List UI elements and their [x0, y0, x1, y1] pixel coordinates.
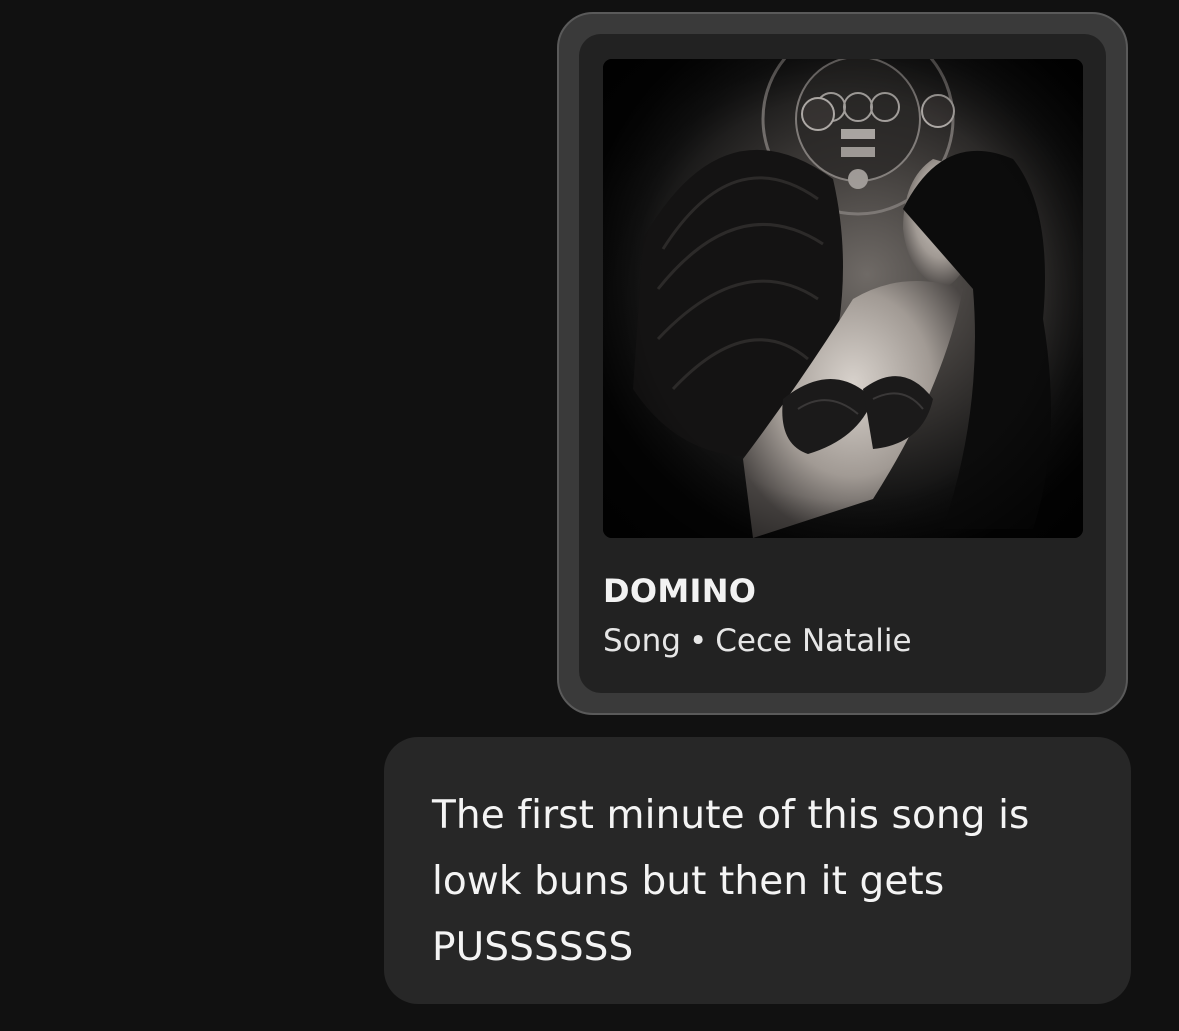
album-cover-art [603, 59, 1083, 538]
artist-name: Cece Natalie [715, 623, 912, 659]
album-cover-image[interactable] [603, 59, 1083, 538]
message-line: The first minute of this song is [432, 793, 1030, 838]
message-bubble[interactable]: The first minute of this song is lowk bu… [384, 737, 1131, 1004]
shared-song-card[interactable]: DOMINO Song • Cece Natalie [557, 12, 1128, 715]
song-meta: Song • Cece Natalie [603, 622, 1082, 660]
message-line: PUSSSSSS [432, 925, 634, 970]
shared-song-card-body[interactable]: DOMINO Song • Cece Natalie [579, 34, 1106, 693]
chat-screen: DOMINO Song • Cece Natalie The first minut… [0, 0, 1179, 1031]
meta-separator: • [688, 623, 708, 659]
message-text: The first minute of this song is lowk bu… [432, 783, 1091, 981]
song-type-label: Song [603, 623, 681, 659]
song-title: DOMINO [603, 572, 757, 610]
message-line: lowk buns but then it gets [432, 859, 945, 904]
